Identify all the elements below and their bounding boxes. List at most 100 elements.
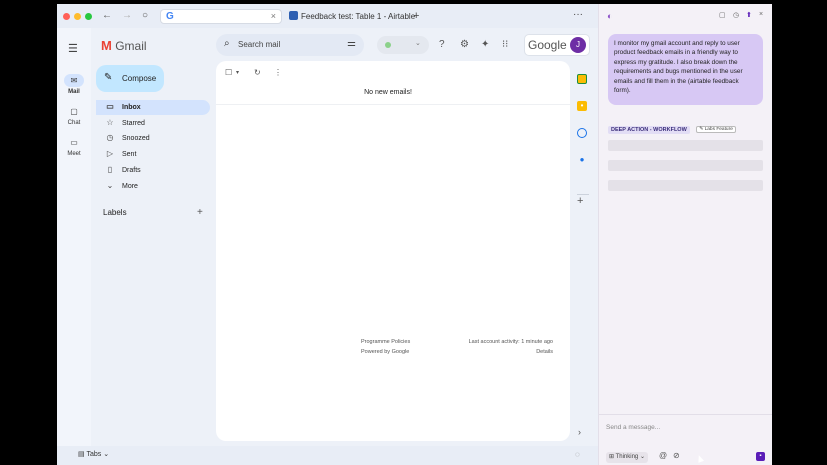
thinking-mode-selector[interactable]: ⊞ Thinking ⌄ <box>606 452 648 463</box>
search-input[interactable]: Search mail <box>238 40 280 49</box>
message-input[interactable]: Send a message... <box>606 424 660 431</box>
google-account-chip[interactable]: Google J <box>524 34 590 56</box>
close-panel-icon[interactable]: × <box>759 11 763 18</box>
video-camera-icon: ▭ <box>70 138 78 147</box>
select-dropdown-icon[interactable]: ▾ <box>236 69 239 76</box>
draft-icon: ▯ <box>107 164 113 174</box>
history-icon[interactable]: ◷ <box>733 11 739 19</box>
pin-icon[interactable]: ⬆ <box>746 11 752 19</box>
tabs-label: Tabs <box>86 451 102 458</box>
help-icon[interactable]: ? <box>439 39 445 50</box>
sidebar-item-snoozed[interactable]: ◷ Snoozed <box>96 131 210 146</box>
new-tab-button[interactable]: + <box>413 9 419 23</box>
loading-icon: ◌ <box>575 450 580 459</box>
more-vert-icon[interactable]: ⋮ <box>274 68 282 77</box>
labels-heading: Labels <box>103 208 127 217</box>
compose-label: Compose <box>122 74 157 83</box>
more-icon[interactable]: ··· <box>573 9 583 20</box>
browser-window: ← → ○ G × Feedback test: Table 1 - Airta… <box>57 4 772 465</box>
mention-icon[interactable]: @ <box>659 451 667 460</box>
minimize-window-dot[interactable] <box>74 13 81 20</box>
tabs-button[interactable]: ▤ Tabs ⌄ <box>78 450 109 458</box>
browser-bottom-bar: ▤ Tabs ⌄ ◌ <box>57 446 598 465</box>
attach-icon[interactable]: ⊘ <box>673 451 680 460</box>
details-link[interactable]: Details <box>536 349 553 355</box>
gmail-logo[interactable]: M Gmail <box>101 38 147 53</box>
tab-airtable-title: Feedback test: Table 1 - Airtable <box>301 12 416 21</box>
rail-item-meet[interactable]: ▭ Meet <box>57 136 91 157</box>
settings-gear-icon[interactable]: ⚙ <box>460 39 469 50</box>
addons-sidebar: • ● <box>572 61 594 441</box>
gmail-m-icon: M <box>101 38 112 53</box>
sidebar-item-label: More <box>122 182 138 190</box>
sidebar-item-label: Sent <box>122 151 137 159</box>
google-wordmark: Google <box>528 38 567 52</box>
assistant-logo-icon: ◐ <box>607 11 613 21</box>
mail-list-toolbar: ☐ ▾ ↻ ⋮ <box>216 61 570 83</box>
keep-icon[interactable]: • <box>577 101 587 111</box>
tab-airtable[interactable]: Feedback test: Table 1 - Airtable <box>289 9 415 24</box>
active-tab[interactable]: G × <box>160 9 282 24</box>
forward-icon[interactable]: → <box>122 9 132 23</box>
get-addons-plus-icon[interactable]: + <box>577 195 583 207</box>
filter-options-icon[interactable]: ⚌ <box>347 38 356 49</box>
back-icon[interactable]: ← <box>102 9 112 23</box>
hamburger-menu-icon[interactable]: ☰ <box>68 42 78 55</box>
thinking-label: Thinking <box>615 454 639 460</box>
sidebar-item-label: Starred <box>122 119 145 127</box>
contacts-icon[interactable]: ● <box>577 155 587 165</box>
gmail-wordmark: Gmail <box>115 39 147 53</box>
avatar[interactable]: J <box>570 37 586 53</box>
rail-label-chat: Chat <box>67 120 81 126</box>
sidebar-item-label: Inbox <box>122 104 141 111</box>
send-icon: ▷ <box>106 149 114 159</box>
ai-side-panel: ◐ ▢ ◷ ⬆ × I monitor my gmail account and… <box>598 4 772 465</box>
chevron-right-icon[interactable]: › <box>578 427 581 437</box>
clock-icon: ◷ <box>106 133 114 143</box>
tasks-icon[interactable] <box>577 128 587 138</box>
workflow-badge-row: DEEP ACTION - WORKFLOW ✎ Labs Feature <box>608 121 736 134</box>
compose-button[interactable]: ✎ Compose <box>96 65 164 92</box>
last-activity-text: Last account activity: 1 minute ago <box>468 339 553 345</box>
thinking-icon: ⊞ <box>609 454 616 460</box>
rail-label-mail: Mail <box>68 89 80 95</box>
close-window-dot[interactable] <box>63 13 70 20</box>
status-selector[interactable]: ⌄ <box>377 36 429 54</box>
sidebar-item-drafts[interactable]: ▯ Drafts <box>96 163 210 178</box>
workflow-badge: DEEP ACTION - WORKFLOW <box>608 125 690 134</box>
inbox-icon: ▭ <box>106 102 114 111</box>
gemini-sparkle-icon[interactable]: ✦ <box>481 39 489 50</box>
search-icon[interactable]: ⌕ <box>224 38 230 49</box>
maximize-window-dot[interactable] <box>85 13 92 20</box>
loading-skeleton-line <box>608 160 763 171</box>
labs-feature-label: Labs Feature <box>704 127 733 133</box>
gmail-rail: ☰ ✉ Mail ▢ Chat ▭ Meet <box>57 28 91 446</box>
mail-icon: ✉ <box>64 74 84 87</box>
loading-skeleton-line <box>608 180 763 191</box>
search-bar[interactable]: ⌕ Search mail ⚌ <box>216 34 364 56</box>
programme-policies-link[interactable]: Programme Policies <box>361 339 410 345</box>
loading-skeleton-line <box>608 140 763 151</box>
divider <box>216 104 570 105</box>
active-status-dot <box>385 42 391 48</box>
sidebar-item-more[interactable]: ⌄ More <box>96 179 210 194</box>
refresh-icon[interactable]: ↻ <box>254 68 261 77</box>
new-chat-icon[interactable]: ▢ <box>719 11 726 19</box>
sidebar-item-starred[interactable]: ☆ Starred <box>96 116 210 131</box>
sidebar-item-label: Snoozed <box>122 135 150 143</box>
sidebar-item-inbox[interactable]: ▭ Inbox <box>96 100 210 115</box>
calendar-icon[interactable] <box>577 74 587 84</box>
apps-grid-icon[interactable]: ⁝⁝ <box>502 39 508 50</box>
chevron-down-icon: ⌄ <box>415 40 421 47</box>
mail-list-pane: ☐ ▾ ↻ ⋮ No new emails! Programme Policie… <box>216 61 570 441</box>
reload-icon[interactable]: ○ <box>142 9 148 23</box>
google-favicon-icon: G <box>166 11 174 22</box>
select-all-checkbox[interactable]: ☐ <box>225 68 232 77</box>
rail-item-mail[interactable]: ✉ Mail <box>57 74 91 95</box>
rail-item-chat[interactable]: ▢ Chat <box>57 105 91 126</box>
add-label-button[interactable]: + <box>197 207 203 218</box>
powered-by-text: Powered by Google <box>361 349 410 355</box>
send-button[interactable]: ▪ <box>756 452 765 461</box>
close-tab-icon[interactable]: × <box>271 11 276 21</box>
sidebar-item-sent[interactable]: ▷ Sent <box>96 147 210 162</box>
